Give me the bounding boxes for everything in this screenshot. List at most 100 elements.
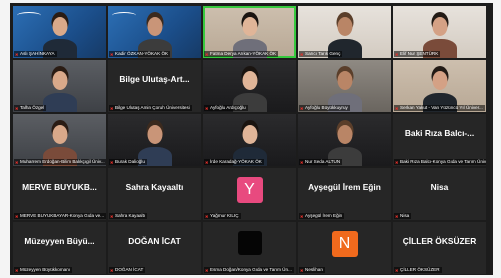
participant-name: Burak Dalioğlu — [115, 159, 145, 164]
participant-name-label: ✖ Ayfoğlu Ardıçoğlu — [204, 105, 248, 111]
participant-name: Nur Seda ALTUN — [305, 159, 341, 164]
participant-name-label: ✖ Fatma Derya Arıkan-YÖKAK ÖK — [204, 51, 279, 57]
muted-mic-icon: ✖ — [205, 159, 209, 165]
participant-name: Talha Özgel — [20, 105, 45, 110]
participant-tile[interactable]: ✖ Aslı ŞAHİNKAYA — [13, 6, 106, 58]
participant-tile[interactable]: DOĞAN İCAT ✖ DOĞAN İCAT — [108, 222, 201, 274]
participant-name-label: ✖ Nisa — [394, 213, 412, 219]
muted-mic-icon: ✖ — [15, 267, 19, 273]
background-logo — [17, 12, 41, 19]
participant-name-label: ✖ Neslihan — [299, 267, 325, 273]
participant-display-name: Sahra Kayaaltı — [125, 182, 184, 192]
muted-mic-icon: ✖ — [110, 159, 114, 165]
participant-name: Ayfoğlu Ardıçoğlu — [210, 105, 246, 110]
muted-mic-icon: ✖ — [15, 105, 19, 111]
background-logo — [112, 12, 136, 19]
participant-name-label: ✖ Talha Özgel — [14, 105, 47, 111]
participant-name: Müzeyyen Büyükkomanı — [20, 267, 71, 272]
participant-name: Bilge Ulutaş Amin Çoruh Üniversitesi — [115, 105, 190, 110]
participant-name-label: ✖ Baki Rıza Balcı-Konya Gıda ve Tarım Üni… — [394, 159, 486, 165]
participant-name-label: ✖ ÇİLLER ÖKSÜZER — [394, 267, 442, 273]
participant-tile[interactable]: ✖ Muharrem Erdoğan-Bilim Balıkçıgil Üniv.… — [13, 114, 106, 166]
participant-tile[interactable]: Sahra Kayaaltı ✖ Sahra Kayaaltı — [108, 168, 201, 220]
muted-mic-icon: ✖ — [395, 159, 399, 165]
participant-tile[interactable]: ✖ Talha Özgel — [13, 60, 106, 112]
muted-mic-icon: ✖ — [205, 213, 209, 219]
muted-mic-icon: ✖ — [205, 267, 209, 273]
participant-tile[interactable]: ✖ İrde Karadağ-YÖKAK ÖK — [203, 114, 296, 166]
participant-name: Baki Rıza Balcı-Konya Gıda ve Tarım Üniv… — [400, 159, 486, 164]
muted-mic-icon: ✖ — [300, 267, 304, 273]
participant-name: Ayşegül İrem Eğin — [305, 213, 343, 218]
participant-tile[interactable]: ✖ Serkan Yakut - Van Yüzüncü Yıl Üniver..… — [393, 60, 486, 112]
participant-name: Kadir ÖZKAN-YÖKAK ÖK — [115, 51, 169, 56]
participant-avatar: N — [331, 231, 358, 257]
participant-name-label: ✖ Nur Seda ALTUN — [299, 159, 343, 165]
muted-mic-icon: ✖ — [395, 105, 399, 111]
participant-name: Fatma Derya Arıkan-YÖKAK ÖK — [210, 51, 277, 56]
participant-tile[interactable]: Müzeyyen Büyü... ✖ Müzeyyen Büyükkomanı — [13, 222, 106, 274]
participant-tile[interactable]: ✖ Elif Nur ŞENTÜRK — [393, 6, 486, 58]
participant-tile[interactable]: ✖ Nur Seda ALTUN — [298, 114, 391, 166]
participant-tile[interactable]: ✖ Ayfoğlu Büyükkuyruy — [298, 60, 391, 112]
participant-name: Sahra Kayaaltı — [115, 213, 146, 218]
participant-name: Yağmur KILIÇ — [210, 213, 239, 218]
muted-mic-icon: ✖ — [15, 159, 19, 165]
participant-name-label: ✖ Sahra Kayaaltı — [109, 213, 148, 219]
participant-display-name: Baki Rıza Balcı-... — [404, 128, 475, 138]
participant-display-name: Nisa — [430, 182, 449, 192]
participant-name: Nisa — [400, 213, 410, 218]
participant-name-label: ✖ Elif Nur ŞENTÜRK — [394, 51, 441, 57]
participant-name: Elif Nur ŞENTÜRK — [400, 51, 439, 56]
participant-name: Ayfoğlu Büyükkuyruy — [305, 105, 348, 110]
participant-display-name: ÇİLLER ÖKSÜZER — [402, 236, 477, 246]
muted-mic-icon: ✖ — [15, 213, 19, 219]
muted-mic-icon: ✖ — [205, 105, 209, 111]
muted-mic-icon: ✖ — [395, 213, 399, 219]
muted-mic-icon: ✖ — [205, 51, 209, 57]
participant-tile[interactable]: ✖ Sarıcı Tarık Genç — [298, 6, 391, 58]
participant-tile[interactable]: ✖ Burak Dalioğlu — [108, 114, 201, 166]
muted-mic-icon: ✖ — [395, 267, 399, 273]
participant-avatar — [237, 231, 262, 255]
muted-mic-icon: ✖ — [110, 213, 114, 219]
muted-mic-icon: ✖ — [110, 105, 114, 111]
participant-name-label: ✖ Serkan Yakut - Van Yüzüncü Yıl Üniver..… — [394, 105, 485, 111]
participant-name-label: ✖ İrde Karadağ-YÖKAK ÖK — [204, 159, 264, 165]
participant-display-name: Müzeyyen Büyü... — [24, 236, 95, 246]
participant-name: Aslı ŞAHİNKAYA — [20, 51, 55, 56]
participant-name-label: ✖ Bilge Ulutaş Amin Çoruh Üniversitesi — [109, 105, 192, 111]
participant-name-label: ✖ Yağmur KILIÇ — [204, 213, 241, 219]
participant-name: Muharrem Erdoğan-Bilim Balıkçıgil Üniv..… — [20, 159, 105, 164]
participant-name: İrde Karadağ-YÖKAK ÖK — [210, 159, 262, 164]
participant-tile[interactable]: Ayşegül İrem Eğin ✖ Ayşegül İrem Eğin — [298, 168, 391, 220]
participant-tile[interactable]: ✖ Esma Doğan/Konya Gıda ve Tarım Ün... — [203, 222, 296, 274]
participant-tile[interactable]: ✖ Ayfoğlu Ardıçoğlu — [203, 60, 296, 112]
participant-name-label: ✖ Sarıcı Tarık Genç — [299, 51, 343, 57]
participant-tile[interactable]: Bilge Ulutaş-Art... ✖ Bilge Ulutaş Amin Ço… — [108, 60, 201, 112]
meeting-gallery-view: ✖ Aslı ŞAHİNKAYA ✖ Kadir ÖZKAN-YÖKAK ÖK ✖ Fat… — [10, 3, 493, 275]
participant-tile[interactable]: Nisa ✖ Nisa — [393, 168, 486, 220]
participant-name-label: ✖ Kadir ÖZKAN-YÖKAK ÖK — [109, 51, 171, 57]
participant-name-label: ✖ Ayfoğlu Büyükkuyruy — [299, 105, 350, 111]
participant-tile[interactable]: ✖ Fatma Derya Arıkan-YÖKAK ÖK — [203, 6, 296, 58]
participant-display-name: Bilge Ulutaş-Art... — [119, 74, 190, 84]
muted-mic-icon: ✖ — [395, 51, 399, 57]
participant-name-label: ✖ Ayşegül İrem Eğin — [299, 213, 345, 219]
participant-name-label: ✖ MERVE BUYUKBAYAR-Konya Gıda ve... — [14, 213, 106, 219]
muted-mic-icon: ✖ — [300, 213, 304, 219]
participant-grid: ✖ Aslı ŞAHİNKAYA ✖ Kadir ÖZKAN-YÖKAK ÖK ✖ Fat… — [13, 6, 486, 274]
participant-tile[interactable]: N ✖ Neslihan — [298, 222, 391, 274]
participant-display-name: Ayşegül İrem Eğin — [308, 182, 381, 192]
participant-tile[interactable]: Baki Rıza Balcı-... ✖ Baki Rıza Balcı-Kony… — [393, 114, 486, 166]
participant-tile[interactable]: ✖ Kadir ÖZKAN-YÖKAK ÖK — [108, 6, 201, 58]
participant-name-label: ✖ DOĞAN İCAT — [109, 267, 146, 273]
participant-name-label: ✖ Burak Dalioğlu — [109, 159, 147, 165]
participant-tile[interactable]: MERVE BUYUKB... ✖ MERVE BUYUKBAYAR-Konya G… — [13, 168, 106, 220]
participant-name-label: ✖ Muharrem Erdoğan-Bilim Balıkçıgil Üniv.… — [14, 159, 106, 165]
muted-mic-icon: ✖ — [300, 51, 304, 57]
participant-tile[interactable]: Y ✖ Yağmur KILIÇ — [203, 168, 296, 220]
participant-tile[interactable]: ÇİLLER ÖKSÜZER ✖ ÇİLLER ÖKSÜZER — [393, 222, 486, 274]
participant-name-label: ✖ Esma Doğan/Konya Gıda ve Tarım Ün... — [204, 267, 294, 273]
participant-display-name: MERVE BUYUKB... — [22, 182, 97, 192]
